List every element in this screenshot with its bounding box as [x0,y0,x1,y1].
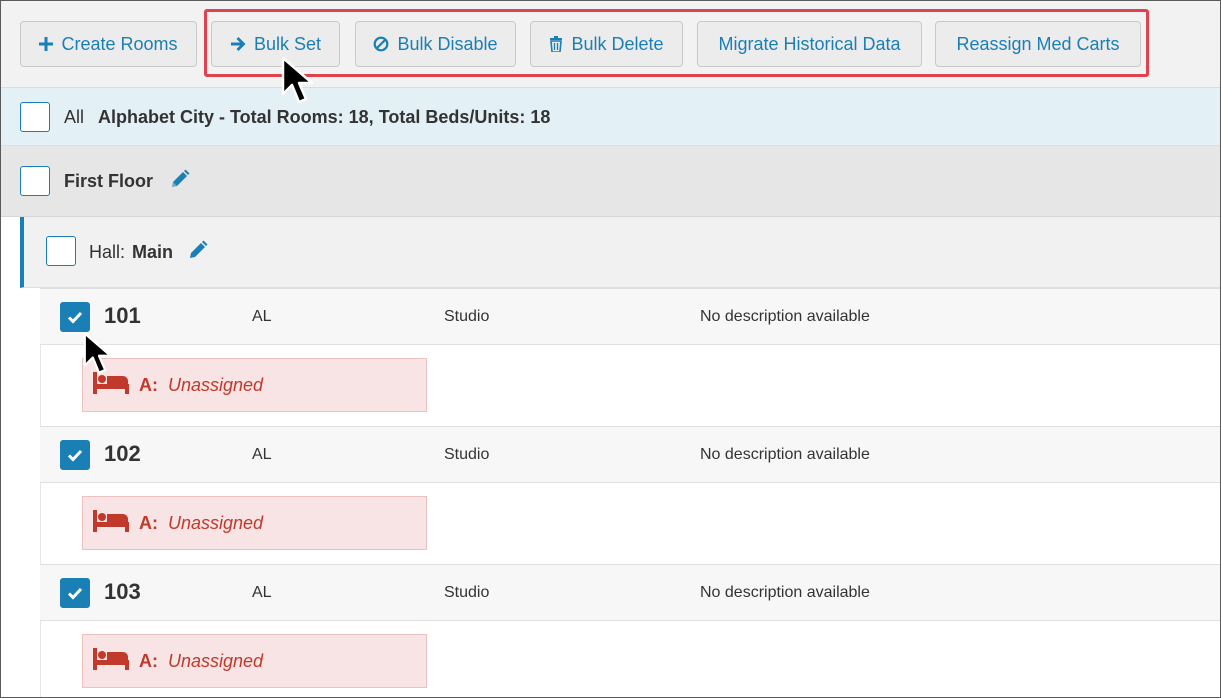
room-checkbox[interactable] [60,440,90,470]
room-checkbox[interactable] [60,302,90,332]
room-row: 103 AL Studio No description available [40,564,1220,621]
room-description: No description available [700,446,870,463]
floor-name: First Floor [64,171,153,191]
community-summary: Alphabet City - Total Rooms: 18, Total B… [98,107,551,127]
room-type: AL [252,308,272,325]
hall-row: Hall: Main [20,217,1220,288]
summary-row: All Alphabet City - Total Rooms: 18, Tot… [1,88,1220,146]
bed-label: A: [139,512,158,533]
bulk-set-button[interactable]: Bulk Set [211,21,340,67]
floor-row: First Floor [1,146,1220,217]
room-description: No description available [700,584,870,601]
bed-status: Unassigned [168,512,264,533]
room-beds: A: Unassigned [40,345,1220,426]
room-number: 101 [104,303,141,328]
room-number: 102 [104,441,141,466]
floor-checkbox[interactable] [20,166,50,196]
bulk-disable-label: Bulk Disable [397,33,498,54]
select-all-checkbox[interactable] [20,102,50,132]
bulk-delete-label: Bulk Delete [571,33,664,54]
app-frame: Create Rooms Bulk Set Bulk Disable Bulk … [0,0,1221,698]
hall-name: Main [132,242,174,262]
pencil-icon[interactable] [170,169,190,194]
check-icon [67,311,83,324]
reassign-label: Reassign Med Carts [956,33,1120,54]
room-layout: Studio [444,446,490,463]
reassign-med-carts-button[interactable]: Reassign Med Carts [935,21,1141,67]
bed-status: Unassigned [168,650,264,671]
bed-icon [93,647,129,675]
room-layout: Studio [444,308,490,325]
bulk-disable-button[interactable]: Bulk Disable [355,21,516,67]
room-row: 102 AL Studio No description available [40,426,1220,483]
migrate-historical-data-button[interactable]: Migrate Historical Data [697,21,922,67]
check-icon [67,587,83,600]
room-type: AL [252,584,272,601]
plus-icon [39,37,54,51]
bulk-set-label: Bulk Set [253,33,322,54]
hall-prefix: Hall: [89,242,126,262]
create-rooms-label: Create Rooms [61,33,178,54]
room-checkbox[interactable] [60,578,90,608]
room-description: No description available [700,308,870,325]
bed-status: Unassigned [168,374,264,395]
all-label: All [64,107,85,127]
bulk-delete-button[interactable]: Bulk Delete [530,21,683,67]
bed-status-box[interactable]: A: Unassigned [82,496,427,550]
room-layout: Studio [444,584,490,601]
create-rooms-button[interactable]: Create Rooms [20,21,197,67]
bed-status-box[interactable]: A: Unassigned [82,634,427,688]
toolbar: Create Rooms Bulk Set Bulk Disable Bulk … [1,1,1220,88]
bed-icon [93,509,129,537]
bed-icon [93,371,129,399]
room-number: 103 [104,579,141,604]
migrate-label: Migrate Historical Data [718,33,901,54]
hall-checkbox[interactable] [46,236,76,266]
arrow-right-icon [230,36,246,52]
bed-status-box[interactable]: A: Unassigned [82,358,427,412]
pencil-icon[interactable] [188,240,208,265]
room-beds: A: Unassigned [40,621,1220,697]
bed-label: A: [139,650,158,671]
bed-label: A: [139,374,158,395]
trash-icon [549,36,563,52]
room-type: AL [252,446,272,463]
room-row: 101 AL Studio No description available [40,288,1220,345]
ban-icon [373,36,389,52]
check-icon [67,449,83,462]
room-beds: A: Unassigned [40,483,1220,564]
